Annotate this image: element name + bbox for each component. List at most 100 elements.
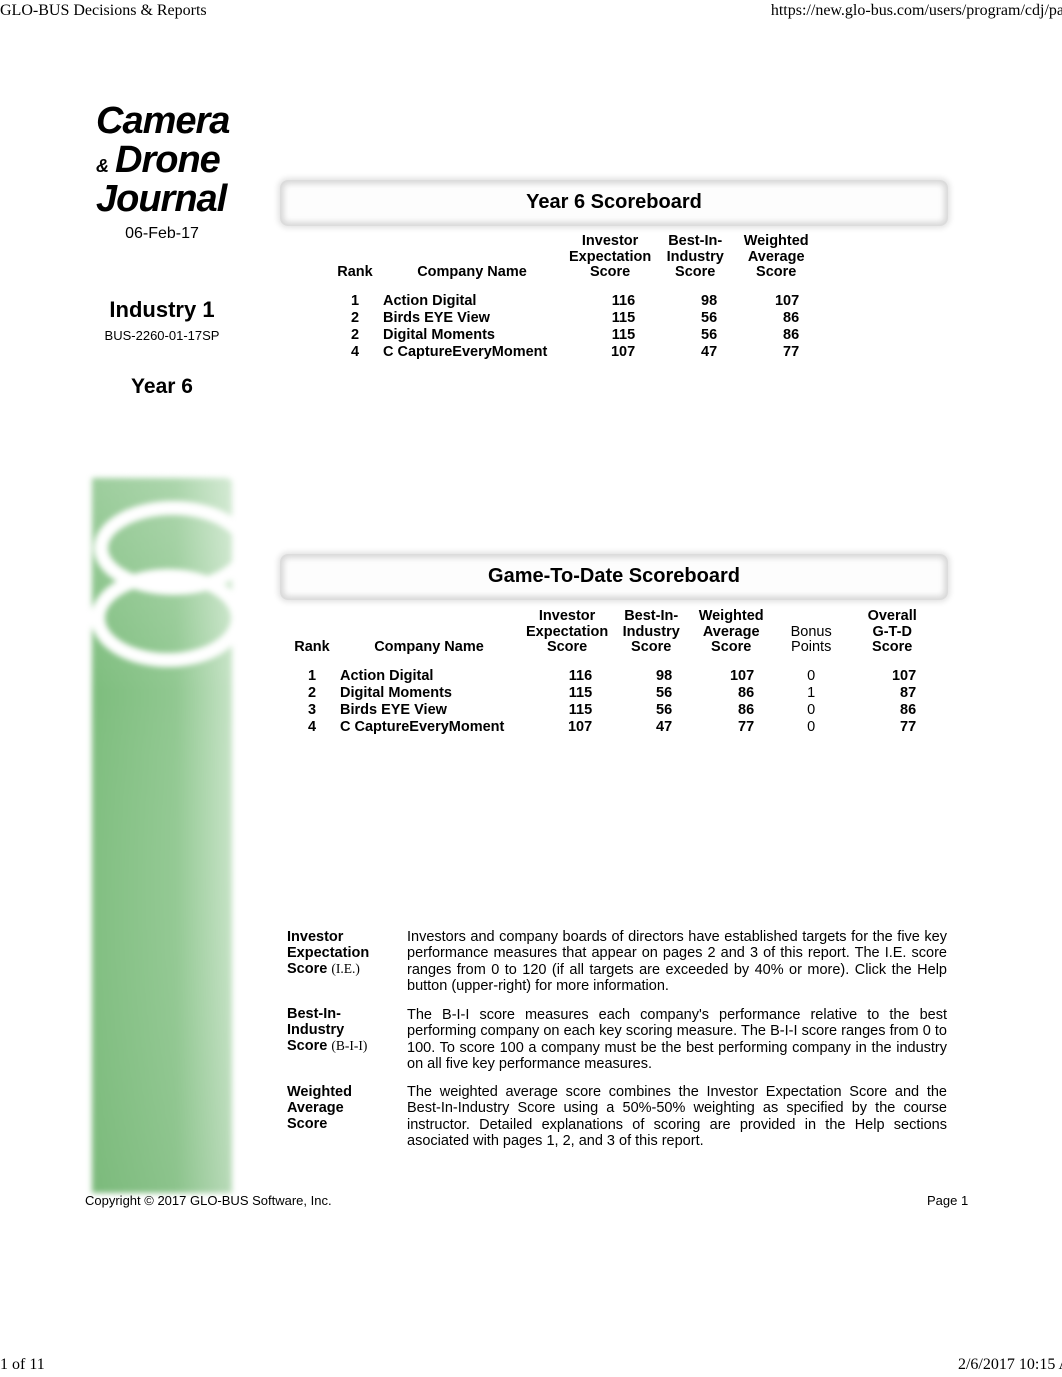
year-scoreboard-title-frame: Year 6 Scoreboard [280,180,948,226]
bii-cell: 56 [701,309,718,326]
gtd-scoreboard-title: Game-To-Date Scoreboard [488,565,740,587]
rank-cell: 4 [350,343,360,360]
bii-cell: 47 [701,343,718,360]
year-scoreboard-title: Year 6 Scoreboard [526,191,702,213]
company-cell: C CaptureEveryMoment [340,718,505,735]
overall-cell: 86 [900,701,917,718]
wa-cell: 86 [738,701,755,718]
abbr-bii: (B-I-I) [331,1038,368,1053]
rank-cell: 2 [307,684,317,701]
ie-cell: 115 [611,326,636,343]
company-cell: Birds EYE View [340,701,447,718]
col-overall-score: Overall G-T-D Score [867,608,917,655]
overall-cell: 77 [900,718,917,735]
rank-cell: 4 [307,718,317,735]
table-row: 3 Birds EYE View 115 56 86 0 86 [288,702,934,719]
header-row: Rank Company Name Investor Expectation Sco… [331,233,817,281]
rank-cell: 1 [350,292,360,309]
bonus-cell: 0 [807,667,816,684]
masthead-drone: Drone [115,139,221,181]
rank-cell: 3 [307,701,317,718]
company-cell: Digital Moments [340,684,452,701]
ie-cell: 115 [568,701,593,718]
overall-cell: 107 [891,667,917,684]
ie-cell: 115 [611,309,636,326]
wa-cell: 86 [783,309,800,326]
ie-cell: 116 [568,667,593,684]
col-wa-score: Weighted Average Score [698,608,764,655]
print-header-title: GLO-BUS Decisions & Reports [0,2,207,19]
company-cell: Birds EYE View [383,309,490,326]
bii-cell: 56 [656,701,673,718]
wa-cell: 77 [738,718,755,735]
col-bii-score: Best-In- Industry Score [622,608,680,655]
col-rank: Rank [337,264,373,280]
definition-text-wa: The weighted average score combines the … [407,1084,947,1149]
definition-term-bii: Best-In- Industry Score (B-I-I) [287,1006,368,1054]
bii-cell: 47 [656,718,673,735]
header-row: Rank Company Name Investor Expectation Sco… [288,608,934,656]
table-row: 2 Digital Moments 115 56 86 1 87 [288,685,934,702]
ie-cell: 107 [610,343,636,360]
rank-cell: 2 [350,309,360,326]
company-cell: C CaptureEveryMoment [383,343,548,360]
rank-cell: 2 [350,326,360,343]
table-row: 1 Action Digital 116 98 107 [331,293,817,310]
cdj-logo-band [91,456,238,1193]
col-company-name: Company Name [417,264,527,280]
table-row: 4 C CaptureEveryMoment 107 47 77 [331,344,817,361]
bii-cell: 56 [701,326,718,343]
bonus-cell: 0 [807,701,816,718]
abbr-ie: (I.E.) [331,961,360,976]
print-header-url: https://new.glo-bus.com/users/program/cd… [770,2,1062,19]
bii-cell: 98 [656,667,673,684]
company-cell: Action Digital [340,667,434,684]
table-row: 4 C CaptureEveryMoment 107 47 77 0 77 [288,719,934,736]
definition-text-ie: Investors and company boards of director… [407,929,947,994]
company-cell: Action Digital [383,292,477,309]
company-cell: Digital Moments [383,326,495,343]
wa-cell: 107 [774,292,800,309]
year-label: Year 6 [131,375,193,398]
copyright-notice: Copyright © 2017 GLO-BUS Software, Inc. [85,1193,332,1208]
print-datetime: 2/6/2017 10:15 A [957,1356,1062,1373]
ie-cell: 116 [611,292,636,309]
report-date: 06-Feb-17 [125,225,199,242]
print-page-counter: 1 of 11 [0,1356,45,1373]
masthead-camera: Camera [96,100,230,142]
col-rank: Rank [294,639,330,655]
bonus-cell: 1 [807,684,816,701]
col-bii-score: Best-In- Industry Score [666,233,724,280]
col-wa-score: Weighted Average Score [743,233,809,280]
gtd-scoreboard-title-frame: Game-To-Date Scoreboard [280,554,948,600]
col-ie-score: Investor Expectation Score [569,233,652,280]
masthead-journal: Journal [96,178,227,220]
col-bonus-points: Bonus Points [790,623,832,655]
definition-text-bii: The B-I-I score measures each company's … [407,1007,947,1072]
ie-cell: 107 [567,718,593,735]
col-company-name: Company Name [374,639,484,655]
masthead-ampersand: & [96,156,109,176]
definition-term-ie: Investor Expectation Score (I.E.) [287,929,370,977]
table-row: 2 Digital Moments 115 56 86 [331,327,817,344]
wa-cell: 107 [729,667,755,684]
industry-name: Industry 1 [109,297,215,322]
overall-cell: 87 [900,684,917,701]
rank-cell: 1 [307,667,317,684]
report-page-number: Page 1 [927,1193,969,1208]
definition-term-wa: Weighted Average Score [287,1084,352,1132]
ie-cell: 115 [568,684,593,701]
bii-cell: 98 [701,292,718,309]
table-row: 1 Action Digital 116 98 107 0 107 [288,668,934,685]
year-scoreboard-table: Rank Company Name Investor Expectation Sco… [331,233,817,361]
bii-cell: 56 [656,684,673,701]
bonus-cell: 0 [807,718,816,735]
col-ie-score: Investor Expectation Score [526,608,609,655]
table-row: 2 Birds EYE View 115 56 86 [331,310,817,327]
course-code: BUS-2260-01-17SP [104,328,220,343]
wa-cell: 86 [738,684,755,701]
wa-cell: 86 [783,326,800,343]
wa-cell: 77 [783,343,800,360]
logo-arc [107,456,238,483]
gtd-scoreboard-table: Rank Company Name Investor Expectation Sco… [288,608,934,736]
